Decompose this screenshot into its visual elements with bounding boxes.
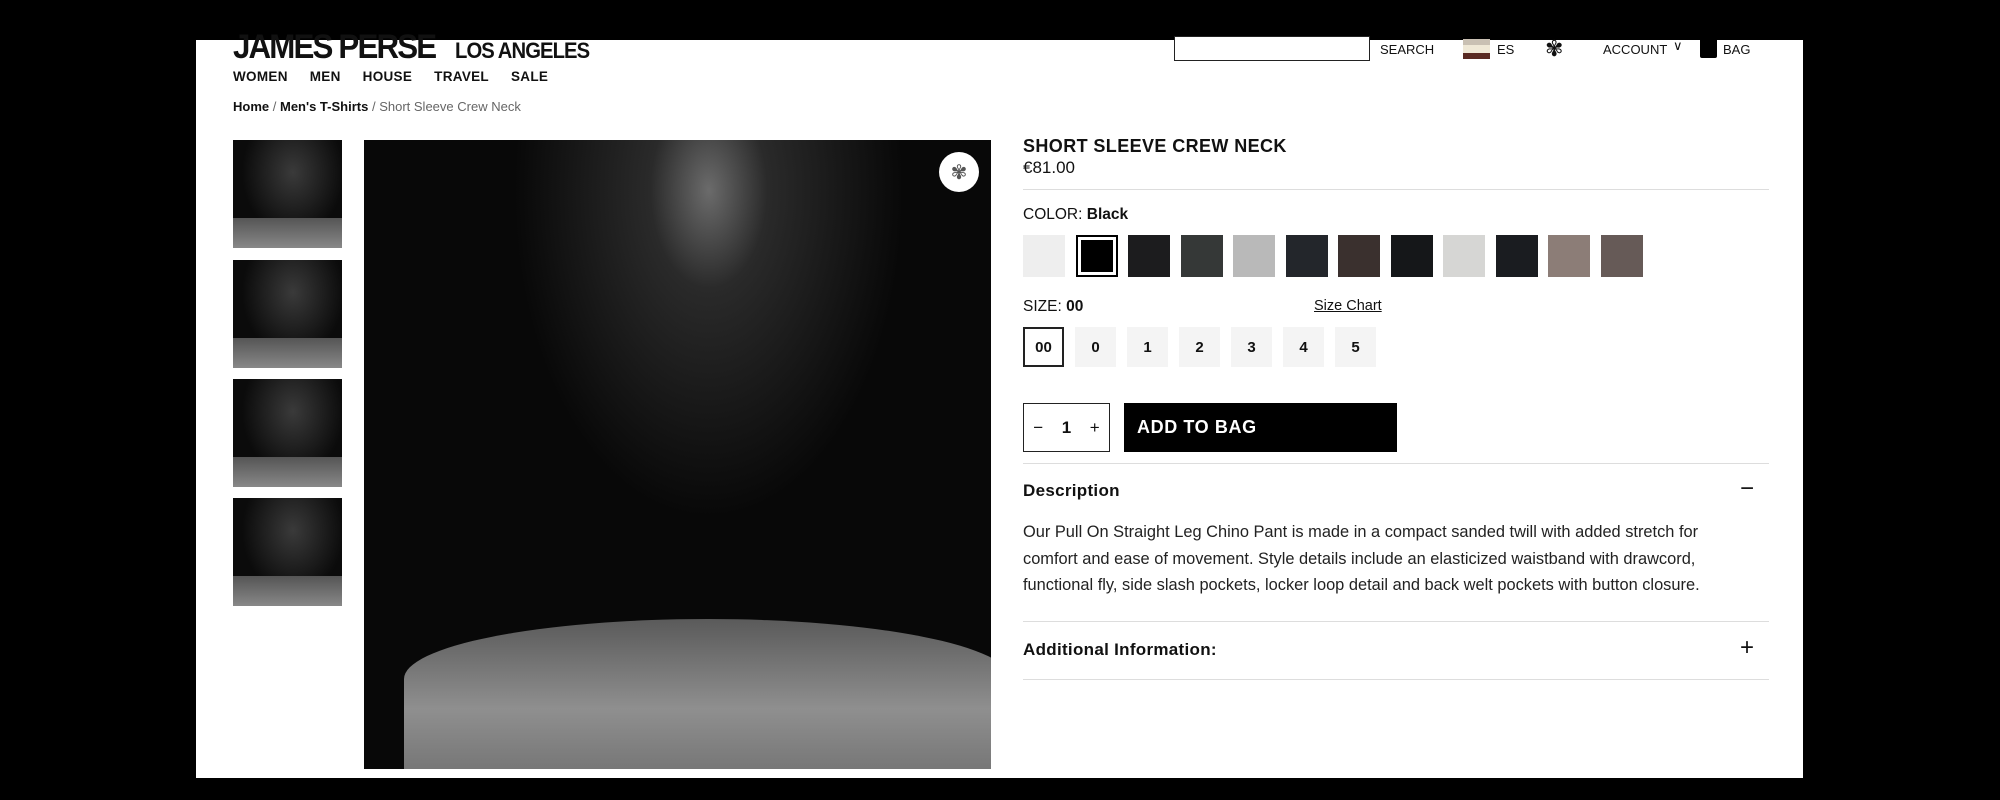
size-options: 00 0 1 2 3 4 5 (1023, 327, 1376, 367)
color-swatch[interactable] (1600, 235, 1643, 277)
nav-men[interactable]: MEN (310, 69, 341, 84)
color-swatch[interactable] (1495, 235, 1538, 277)
breadcrumb-current: Short Sleeve Crew Neck (379, 99, 521, 114)
color-swatch[interactable] (1023, 235, 1065, 277)
color-swatch[interactable] (1390, 235, 1433, 277)
size-option[interactable]: 3 (1231, 327, 1272, 367)
collapse-icon[interactable]: − (1740, 475, 1754, 503)
color-swatch[interactable] (1233, 235, 1275, 277)
size-value: 00 (1066, 298, 1084, 315)
color-swatch[interactable] (1285, 235, 1328, 277)
size-option[interactable]: 4 (1283, 327, 1324, 367)
nav-women[interactable]: WOMEN (233, 69, 288, 84)
color-label-text: COLOR: (1023, 206, 1083, 223)
nav-sale[interactable]: SALE (511, 69, 548, 84)
size-option[interactable]: 00 (1023, 327, 1064, 367)
description-header[interactable]: Description (1023, 481, 1120, 501)
product-title: SHORT SLEEVE CREW NECK (1023, 136, 1287, 156)
product-price: €81.00 (1023, 158, 1075, 177)
size-option[interactable]: 2 (1179, 327, 1220, 367)
bag-link[interactable]: BAG (1723, 42, 1750, 57)
thumbnail-1[interactable] (233, 140, 342, 248)
color-swatch[interactable] (1338, 235, 1380, 277)
size-option[interactable]: 5 (1335, 327, 1376, 367)
lotus-badge-icon: ✾ (939, 152, 979, 192)
plus-icon[interactable]: + (1090, 418, 1100, 438)
flag-icon[interactable] (1463, 39, 1490, 59)
jeans-area (404, 619, 991, 769)
search-input[interactable] (1174, 36, 1370, 61)
divider (1023, 189, 1769, 190)
separator: / (371, 99, 376, 114)
quantity-value[interactable]: 1 (1062, 418, 1071, 438)
brand-logo[interactable]: JAMES PERSE (233, 28, 437, 67)
breadcrumb: Home / Men's T-Shirts / Short Sleeve Cre… (233, 99, 521, 114)
color-swatches (1023, 235, 1643, 277)
nav-house[interactable]: HOUSE (363, 69, 413, 84)
search-button[interactable]: SEARCH (1380, 42, 1434, 57)
account-menu[interactable]: ACCOUNT (1603, 42, 1667, 57)
color-swatch[interactable] (1075, 235, 1118, 277)
color-swatch[interactable] (1128, 235, 1170, 277)
color-label: COLOR: Black (1023, 206, 1128, 224)
additional-info-header[interactable]: Additional Information: (1023, 640, 1217, 660)
color-value: Black (1086, 206, 1129, 223)
breadcrumb-category[interactable]: Men's T-Shirts (280, 99, 368, 114)
brand-subtitle: LOS ANGELES (455, 38, 590, 63)
add-to-bag-button[interactable]: ADD TO BAG (1124, 403, 1397, 452)
color-swatch[interactable] (1443, 235, 1485, 277)
separator: / (272, 99, 277, 114)
nav-travel[interactable]: TRAVEL (434, 69, 489, 84)
size-option[interactable]: 1 (1127, 327, 1168, 367)
thumbnail-2[interactable] (233, 260, 342, 368)
expand-icon[interactable]: + (1740, 634, 1754, 662)
divider (1023, 679, 1769, 680)
lotus-icon[interactable]: ✾ (1545, 36, 1563, 62)
bag-icon[interactable] (1700, 38, 1717, 58)
size-label: SIZE: 00 (1023, 298, 1083, 316)
size-option[interactable]: 0 (1075, 327, 1116, 367)
product-image: ✾ (364, 140, 991, 769)
divider (1023, 463, 1769, 464)
color-swatch[interactable] (1548, 235, 1590, 277)
minus-icon[interactable]: − (1033, 418, 1043, 438)
region-selector[interactable]: ES (1497, 42, 1514, 57)
chevron-down-icon[interactable]: ∨ (1673, 38, 1683, 54)
thumbnail-3[interactable] (233, 379, 342, 487)
thumbnail-4[interactable] (233, 498, 342, 606)
description-text: Our Pull On Straight Leg Chino Pant is m… (1023, 523, 1700, 594)
divider (1023, 621, 1769, 622)
main-nav: WOMEN MEN HOUSE TRAVEL SALE (233, 69, 548, 84)
size-label-text: SIZE: (1023, 298, 1062, 315)
size-chart-link[interactable]: Size Chart (1314, 298, 1382, 314)
breadcrumb-home[interactable]: Home (233, 99, 269, 114)
bag-handle (1703, 31, 1714, 41)
quantity-stepper: − 1 + (1023, 403, 1110, 452)
color-swatch[interactable] (1180, 235, 1223, 277)
